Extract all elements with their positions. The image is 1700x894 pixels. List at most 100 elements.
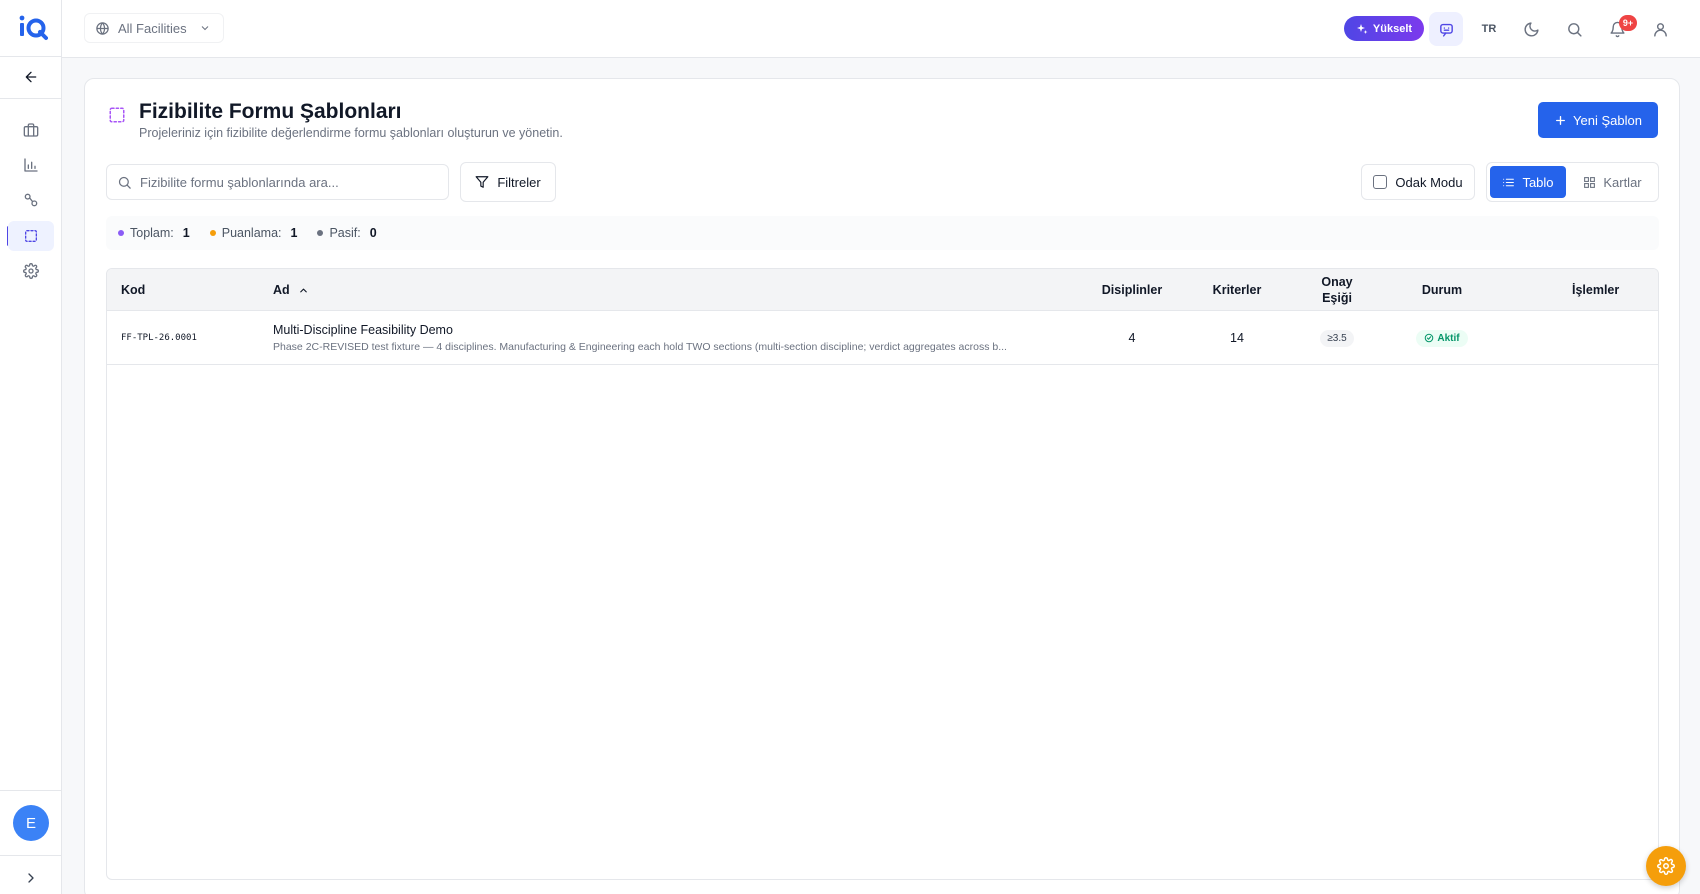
plus-icon xyxy=(1556,115,1565,125)
column-header-threshold-line1: Onay xyxy=(1321,275,1353,289)
sidebar-item-reports[interactable] xyxy=(8,150,54,180)
sidebar-divider xyxy=(0,56,62,57)
search-input[interactable] xyxy=(140,174,440,190)
settings-fab-button[interactable] xyxy=(1646,846,1686,886)
dashed-square-icon xyxy=(109,107,125,123)
stat-total: Toplam: 1 xyxy=(118,226,190,240)
focus-mode-toggle[interactable]: Odak Modu xyxy=(1361,164,1475,200)
notifications-button[interactable]: 9+ xyxy=(1600,12,1637,46)
stat-passive: Pasif: 0 xyxy=(317,226,377,240)
user-avatar[interactable]: E xyxy=(13,805,49,841)
view-table-button[interactable]: Tablo xyxy=(1490,166,1566,198)
view-mode-toggle: Tablo Kartlar xyxy=(1486,162,1659,202)
column-header-disciplines[interactable]: Disiplinler xyxy=(1082,269,1182,311)
template-criteria: 14 xyxy=(1230,331,1244,345)
filters-label: Filtreler xyxy=(497,174,541,190)
app-logo[interactable] xyxy=(18,12,48,42)
table-row[interactable]: FF-TPL-26.0001 Multi-Discipline Feasibil… xyxy=(107,311,1658,365)
column-header-status[interactable]: Durum xyxy=(1402,269,1482,311)
template-threshold: ≥3.5 xyxy=(1320,329,1354,347)
filters-button[interactable]: Filtreler xyxy=(460,162,556,202)
globe-icon xyxy=(96,21,109,35)
list-icon xyxy=(1503,178,1515,186)
sidebar-divider xyxy=(0,855,62,856)
new-template-button[interactable]: Yeni Şablon xyxy=(1538,102,1658,138)
sidebar-item-feasibility-templates[interactable] xyxy=(8,221,54,251)
focus-mode-label: Odak Modu xyxy=(1395,174,1463,190)
dashed-square-icon xyxy=(25,230,37,242)
column-header-actions: İşlemler xyxy=(1572,283,1620,297)
sidebar-item-workflows[interactable] xyxy=(8,185,54,215)
stat-value: 1 xyxy=(290,226,298,240)
assistant-chat-button[interactable] xyxy=(1429,12,1463,46)
check-circle-icon xyxy=(1425,333,1434,343)
stat-dot xyxy=(118,230,124,236)
column-header-threshold[interactable]: Onay Eşiği xyxy=(1292,269,1382,311)
stat-scoring: Puanlama: 1 xyxy=(209,226,298,240)
workflow-icon xyxy=(24,193,38,207)
theme-toggle-button[interactable] xyxy=(1514,12,1548,46)
column-header-criteria[interactable]: Kriterler xyxy=(1192,269,1282,311)
sidebar: E xyxy=(0,0,62,894)
templates-table: Kod Ad Disiplinler Kriterler Onay Eşiği … xyxy=(106,268,1659,880)
filter-icon xyxy=(475,176,489,188)
moon-icon xyxy=(1524,21,1539,36)
arrow-left-icon xyxy=(25,71,37,83)
global-search-button[interactable] xyxy=(1557,12,1591,46)
template-description: Phase 2C-REVISED test fixture — 4 discip… xyxy=(273,341,1007,353)
facility-selector[interactable]: All Facilities xyxy=(84,13,224,43)
gear-icon xyxy=(23,263,39,279)
user-icon xyxy=(1653,22,1667,37)
sidebar-divider xyxy=(0,790,62,791)
template-disciplines: 4 xyxy=(1128,331,1136,345)
sidebar-expand-button[interactable] xyxy=(8,863,54,893)
stat-value: 1 xyxy=(182,226,190,240)
column-header-threshold-line2: Eşiği xyxy=(1322,291,1352,305)
back-button[interactable] xyxy=(8,62,54,92)
stats-bar: Toplam: 1 Puanlama: 1 Pasif: 0 xyxy=(106,216,1659,250)
bar-chart-icon xyxy=(24,158,38,172)
sort-ascending-icon xyxy=(299,288,307,292)
search-box[interactable] xyxy=(106,164,449,200)
stat-dot xyxy=(209,230,216,236)
main-panel: Fizibilite Formu Şablonları Projeleriniz… xyxy=(84,78,1680,894)
column-header-name-label: Ad xyxy=(273,283,290,297)
sidebar-item-projects[interactable] xyxy=(8,115,54,145)
page-title: Fizibilite Formu Şablonları xyxy=(139,100,402,123)
chevron-right-icon xyxy=(28,873,34,883)
template-threshold-cell: ≥3.5 xyxy=(1292,311,1382,365)
grid-icon xyxy=(1584,176,1596,188)
stat-label: Toplam: xyxy=(130,226,174,240)
column-header-code[interactable]: Kod xyxy=(121,269,145,311)
template-name-cell: Multi-Discipline Feasibility Demo Phase … xyxy=(273,311,1073,365)
search-icon xyxy=(1567,22,1582,37)
column-header-name[interactable]: Ad xyxy=(273,269,309,311)
status-badge: Aktif xyxy=(1416,329,1468,347)
template-name[interactable]: Multi-Discipline Feasibility Demo xyxy=(273,323,453,337)
template-status-cell: Aktif xyxy=(1402,311,1482,365)
template-code: FF-TPL-26.0001 xyxy=(121,333,197,343)
upgrade-label: Yükselt xyxy=(1372,22,1413,35)
gear-icon xyxy=(1657,857,1675,875)
sidebar-divider xyxy=(0,98,62,99)
view-table-label: Tablo xyxy=(1522,174,1554,190)
upgrade-button[interactable]: Yükselt xyxy=(1344,16,1424,41)
search-icon xyxy=(118,176,131,189)
briefcase-icon xyxy=(23,123,39,137)
chevron-down-icon xyxy=(201,26,208,31)
notification-badge: 9+ xyxy=(1619,15,1637,31)
status-label: Aktif xyxy=(1437,332,1460,344)
stat-label: Puanlama: xyxy=(221,226,282,240)
stat-dot xyxy=(317,230,324,236)
view-cards-label: Kartlar xyxy=(1603,174,1642,190)
user-menu-button[interactable] xyxy=(1643,12,1677,46)
new-template-label: Yeni Şablon xyxy=(1573,112,1642,128)
bot-chat-icon xyxy=(1439,23,1453,37)
sidebar-item-settings[interactable] xyxy=(8,256,54,286)
focus-mode-checkbox[interactable] xyxy=(1373,175,1388,189)
top-bar: All Facilities Yükselt TR 9+ xyxy=(62,0,1700,58)
view-cards-button[interactable]: Kartlar xyxy=(1570,166,1655,198)
stat-value: 0 xyxy=(369,226,377,240)
language-button[interactable]: TR xyxy=(1472,12,1506,46)
facility-selector-label: All Facilities xyxy=(118,20,187,36)
